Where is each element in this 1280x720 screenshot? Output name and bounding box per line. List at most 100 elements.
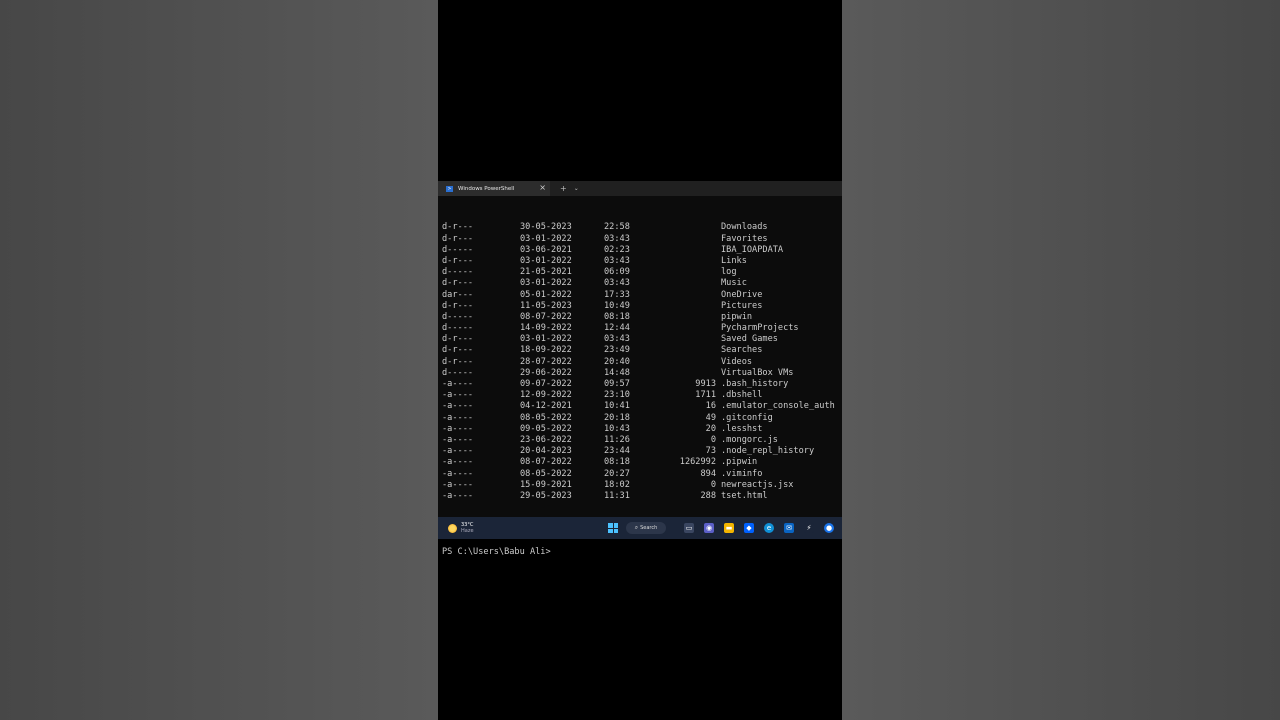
date-cell: 28-07-2022 — [520, 356, 572, 367]
name-cell: Videos — [721, 356, 753, 367]
mode-cell: d-r--- — [442, 356, 474, 367]
tab-powershell[interactable]: > Windows PowerShell × — [438, 181, 550, 196]
date-cell: 03-01-2022 — [520, 233, 572, 244]
mode-cell: d----- — [442, 367, 474, 378]
listing-row: d-r--- 30-05-2023 22:58 Downloads — [442, 222, 842, 233]
listing-row: d----- 29-06-2022 14:48 VirtualBox VMs — [442, 368, 842, 379]
name-cell: log — [721, 267, 737, 278]
name-cell: pipwin — [721, 311, 753, 322]
mode-cell: dar--- — [442, 289, 474, 300]
mode-cell: -a---- — [442, 490, 474, 501]
taskbar: 33°C Haze ⌕ Search ▭ ◉ ▬ ◆ e ✉ ⚡ ● — [438, 517, 842, 539]
mail-icon[interactable]: ✉ — [784, 523, 794, 533]
date-cell: 05-01-2022 — [520, 289, 572, 300]
mode-cell: -a---- — [442, 434, 474, 445]
name-cell: Pictures — [721, 300, 763, 311]
name-cell: Searches — [721, 345, 763, 356]
length-cell: 0 — [710, 479, 716, 490]
listing-row: d-r--- 11-05-2023 10:49 Pictures — [442, 301, 842, 312]
date-cell: 08-07-2022 — [520, 311, 572, 322]
length-cell: 894 — [700, 468, 716, 479]
name-cell: .bash_history — [721, 379, 789, 390]
search-label: Search — [640, 525, 658, 531]
date-cell: 30-05-2023 — [520, 222, 572, 233]
name-cell: .emulator_console_auth — [721, 401, 835, 412]
name-cell: .lesshst — [721, 423, 763, 434]
time-cell: 06:09 — [604, 267, 630, 278]
date-cell: 09-05-2022 — [520, 423, 572, 434]
chevron-down-icon[interactable]: ⌄ — [574, 185, 579, 192]
time-cell: 10:41 — [604, 401, 630, 412]
task-view-icon[interactable]: ▭ — [684, 523, 694, 533]
time-cell: 03:43 — [604, 255, 630, 266]
mode-cell: -a---- — [442, 457, 474, 468]
mode-cell: -a---- — [442, 468, 474, 479]
chrome-icon[interactable]: ● — [824, 523, 834, 533]
time-cell: 12:44 — [604, 323, 630, 334]
blurred-background-right — [842, 0, 1280, 720]
time-cell: 03:43 — [604, 334, 630, 345]
date-cell: 11-05-2023 — [520, 300, 572, 311]
listing-row: dar--- 05-01-2022 17:33 OneDrive — [442, 290, 842, 301]
length-cell: 73 — [705, 446, 716, 457]
name-cell: Saved Games — [721, 334, 778, 345]
listing-row: -a---- 08-05-2022 20:18 49 .gitconfig — [442, 413, 842, 424]
length-cell: 1262992 — [679, 457, 716, 468]
screen-recording-frame: > Windows PowerShell × + ⌄ d-r--- 30-05-2… — [438, 0, 842, 720]
date-cell: 08-05-2022 — [520, 468, 572, 479]
date-cell: 08-07-2022 — [520, 457, 572, 468]
date-cell: 29-05-2023 — [520, 490, 572, 501]
mode-cell: d-r--- — [442, 233, 474, 244]
listing-row: -a---- 15-09-2021 18:02 0 newreactjs.jsx — [442, 480, 842, 491]
listing-row: -a---- 04-12-2021 10:41 16 .emulator_console… — [442, 401, 842, 412]
teams-icon[interactable]: ◉ — [704, 523, 714, 533]
taskbar-search[interactable]: ⌕ Search — [626, 522, 666, 534]
name-cell: .node_repl_history — [721, 446, 815, 457]
time-cell: 08:18 — [604, 311, 630, 322]
name-cell: Links — [721, 255, 747, 266]
date-cell: 29-06-2022 — [520, 367, 572, 378]
mode-cell: -a---- — [442, 412, 474, 423]
mode-cell: -a---- — [442, 479, 474, 490]
time-cell: 17:33 — [604, 289, 630, 300]
dropbox-icon[interactable]: ◆ — [744, 523, 754, 533]
terminal-icon[interactable]: ⚡ — [804, 523, 814, 533]
weather-condition: Haze — [461, 528, 474, 534]
windows-start-icon[interactable] — [608, 523, 618, 533]
length-cell: 288 — [700, 490, 716, 501]
search-icon: ⌕ — [634, 524, 639, 531]
date-cell: 15-09-2021 — [520, 479, 572, 490]
length-cell: 20 — [705, 423, 716, 434]
close-icon[interactable]: × — [539, 183, 546, 193]
time-cell: 10:49 — [604, 300, 630, 311]
mode-cell: -a---- — [442, 379, 474, 390]
date-cell: 03-01-2022 — [520, 278, 572, 289]
name-cell: tset.html — [721, 490, 768, 501]
edge-icon[interactable]: e — [764, 523, 774, 533]
mode-cell: -a---- — [442, 423, 474, 434]
listing-row: -a---- 20-04-2023 23:44 73 .node_repl_histor… — [442, 446, 842, 457]
file-explorer-icon[interactable]: ▬ — [724, 523, 734, 533]
mode-cell: d----- — [442, 267, 474, 278]
mode-cell: d----- — [442, 311, 474, 322]
time-cell: 20:18 — [604, 412, 630, 423]
listing-row: d-r--- 03-01-2022 03:43 Music — [442, 278, 842, 289]
listing-row: -a---- 08-05-2022 20:27 894 .viminfo — [442, 469, 842, 480]
terminal-window: > Windows PowerShell × + ⌄ d-r--- 30-05-2… — [438, 181, 842, 557]
mode-cell: d-r--- — [442, 300, 474, 311]
weather-widget[interactable]: 33°C Haze — [448, 522, 608, 534]
date-cell: 03-01-2022 — [520, 255, 572, 266]
mode-cell: -a---- — [442, 390, 474, 401]
time-cell: 20:27 — [604, 468, 630, 479]
listing-row: d----- 21-05-2021 06:09 log — [442, 267, 842, 278]
mode-cell: -a---- — [442, 401, 474, 412]
name-cell: .mongorc.js — [721, 434, 778, 445]
time-cell: 03:43 — [604, 233, 630, 244]
listing-row: -a---- 29-05-2023 11:31 288 tset.html — [442, 491, 842, 502]
plus-icon[interactable]: + — [560, 184, 567, 193]
length-cell: 49 — [705, 412, 716, 423]
time-cell: 11:26 — [604, 434, 630, 445]
listing-row: d-r--- 18-09-2022 23:49 Searches — [442, 345, 842, 356]
command-prompt[interactable]: PS C:\Users\Babu Ali> — [442, 547, 842, 558]
date-cell: 09-07-2022 — [520, 379, 572, 390]
